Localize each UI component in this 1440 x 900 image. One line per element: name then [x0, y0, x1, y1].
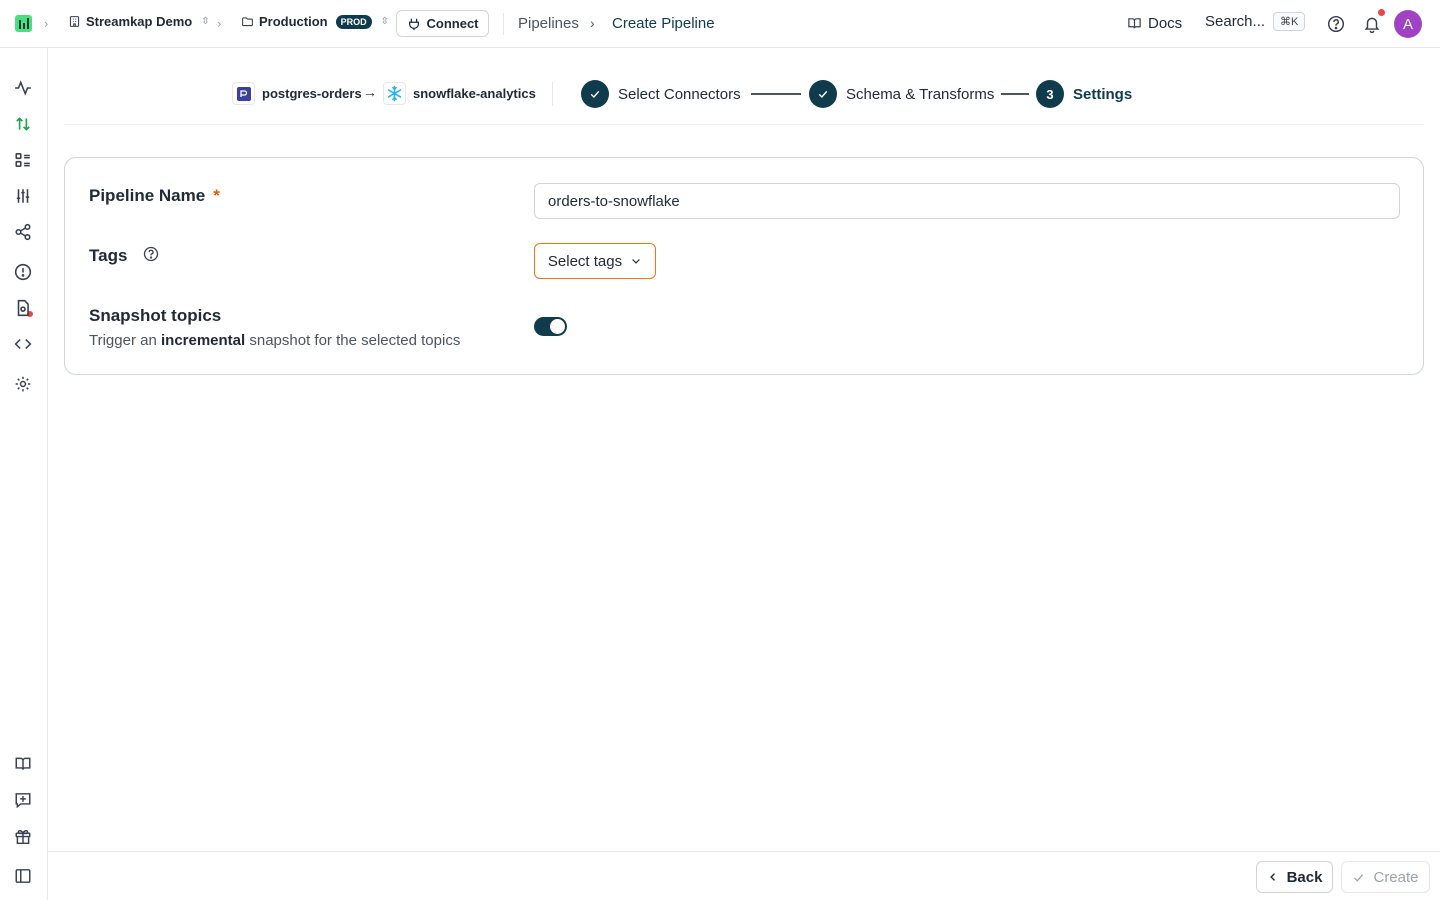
postgres-logo-icon [232, 82, 255, 105]
step-label: Schema & Transforms [846, 85, 995, 103]
step-label: Select Connectors [618, 85, 741, 103]
environment-name: Production [259, 14, 328, 29]
step-connector-line [1001, 93, 1029, 95]
help-circle-icon[interactable] [143, 246, 159, 262]
chevron-right-icon: › [590, 15, 595, 31]
check-icon [1354, 873, 1364, 882]
connect-label: Connect [426, 16, 479, 31]
check-icon [581, 80, 609, 108]
snapshot-desc-text: Trigger an [89, 332, 157, 349]
chevrons-updown-icon: ⇳ [380, 16, 390, 27]
tags-placeholder: Select tags [547, 252, 623, 270]
sliders-icon[interactable] [14, 187, 32, 205]
share-nodes-icon[interactable] [14, 223, 32, 241]
step-schema-transforms[interactable]: Schema & Transforms [809, 80, 994, 108]
arrow-right-icon: → [363, 84, 377, 100]
snapshot-desc-bold: incremental [160, 332, 246, 349]
sidebar [0, 48, 48, 900]
step-number: 3 [1036, 80, 1064, 108]
gift-icon[interactable] [14, 827, 32, 845]
footer-actions: Back Create [48, 851, 1440, 900]
message-plus-icon[interactable] [14, 791, 32, 809]
help-circle-icon[interactable] [1327, 15, 1345, 33]
settings-card: Pipeline Name * Tags Select tags Snapshot… [64, 157, 1424, 375]
notification-badge [1378, 9, 1385, 16]
step-label: Settings [1073, 85, 1133, 103]
tags-label: Tags [89, 246, 128, 265]
back-button[interactable]: Back [1256, 861, 1333, 893]
tags-select[interactable]: Select tags [534, 243, 656, 279]
book-icon[interactable] [14, 755, 32, 773]
snapshot-topics-description: Trigger an incremental snapshot for the … [89, 332, 460, 349]
streamkap-logo-icon[interactable] [15, 15, 32, 32]
step-connector-line [751, 93, 801, 95]
snapshot-topics-label: Snapshot topics [89, 306, 222, 325]
source-name: postgres-orders [262, 86, 362, 101]
search-shortcut: ⌘K [1273, 12, 1306, 31]
source-connector: postgres-orders [232, 82, 362, 105]
book-open-icon [1128, 18, 1141, 29]
alert-circle-icon[interactable] [14, 263, 32, 281]
environment-selector[interactable]: Production PROD ⇳ [241, 14, 389, 29]
code-icon[interactable] [14, 335, 32, 353]
sidebar-toggle-icon[interactable] [14, 867, 32, 885]
snowflake-logo-icon [383, 82, 406, 105]
search-trigger[interactable]: Search... ⌘K [1205, 12, 1306, 31]
breadcrumb-pipelines[interactable]: Pipelines [518, 15, 579, 32]
step-settings[interactable]: 3 Settings [1036, 80, 1132, 108]
check-icon [809, 80, 837, 108]
breadcrumb-current: Create Pipeline [612, 15, 715, 32]
workspace-name: Streamkap Demo [86, 14, 193, 29]
pipeline-name-label: Pipeline Name * [89, 186, 220, 206]
environment-badge: PROD [335, 14, 372, 29]
pipeline-name-label-text: Pipeline Name [89, 186, 206, 205]
toggle-knob [550, 319, 565, 334]
create-button[interactable]: Create [1341, 861, 1430, 893]
bell-icon[interactable] [1363, 15, 1381, 33]
back-label: Back [1286, 868, 1323, 886]
required-mark: * [213, 186, 220, 205]
connect-button[interactable]: Connect [396, 10, 489, 37]
arrows-up-down-icon[interactable] [14, 115, 32, 133]
divider [552, 82, 553, 106]
activity-icon[interactable] [14, 79, 32, 97]
search-label: Search... [1205, 13, 1266, 30]
destination-name: snowflake-analytics [413, 86, 536, 101]
chevrons-updown-icon: ⇳ [201, 16, 210, 27]
gear-icon[interactable] [14, 375, 32, 393]
chevron-left-icon [1269, 873, 1275, 881]
pipeline-name-input[interactable] [534, 183, 1400, 219]
folder-icon [242, 17, 253, 27]
plug-icon [408, 18, 419, 30]
list-icon[interactable] [14, 151, 32, 169]
chevron-right-icon: › [44, 16, 49, 31]
snapshot-topics-toggle[interactable] [534, 317, 567, 336]
file-icon[interactable] [14, 299, 32, 317]
top-bar: › Streamkap Demo ⇳ › Production PROD ⇳ C… [0, 0, 1440, 48]
destination-connector: snowflake-analytics [383, 82, 536, 105]
chevron-down-icon [632, 259, 640, 264]
step-select-connectors[interactable]: Select Connectors [581, 80, 741, 108]
building-icon [69, 16, 80, 27]
create-label: Create [1373, 868, 1419, 886]
chevron-right-icon: › [217, 16, 222, 31]
workspace-selector[interactable]: Streamkap Demo ⇳ [68, 14, 210, 29]
docs-label: Docs [1148, 15, 1183, 32]
docs-link[interactable]: Docs [1127, 15, 1182, 32]
snapshot-desc-text: snapshot for the selected topics [249, 332, 461, 349]
divider [503, 13, 504, 35]
avatar[interactable]: A [1394, 10, 1422, 38]
pipeline-stepper: postgres-orders → snowflake-analytics Se… [64, 72, 1424, 125]
